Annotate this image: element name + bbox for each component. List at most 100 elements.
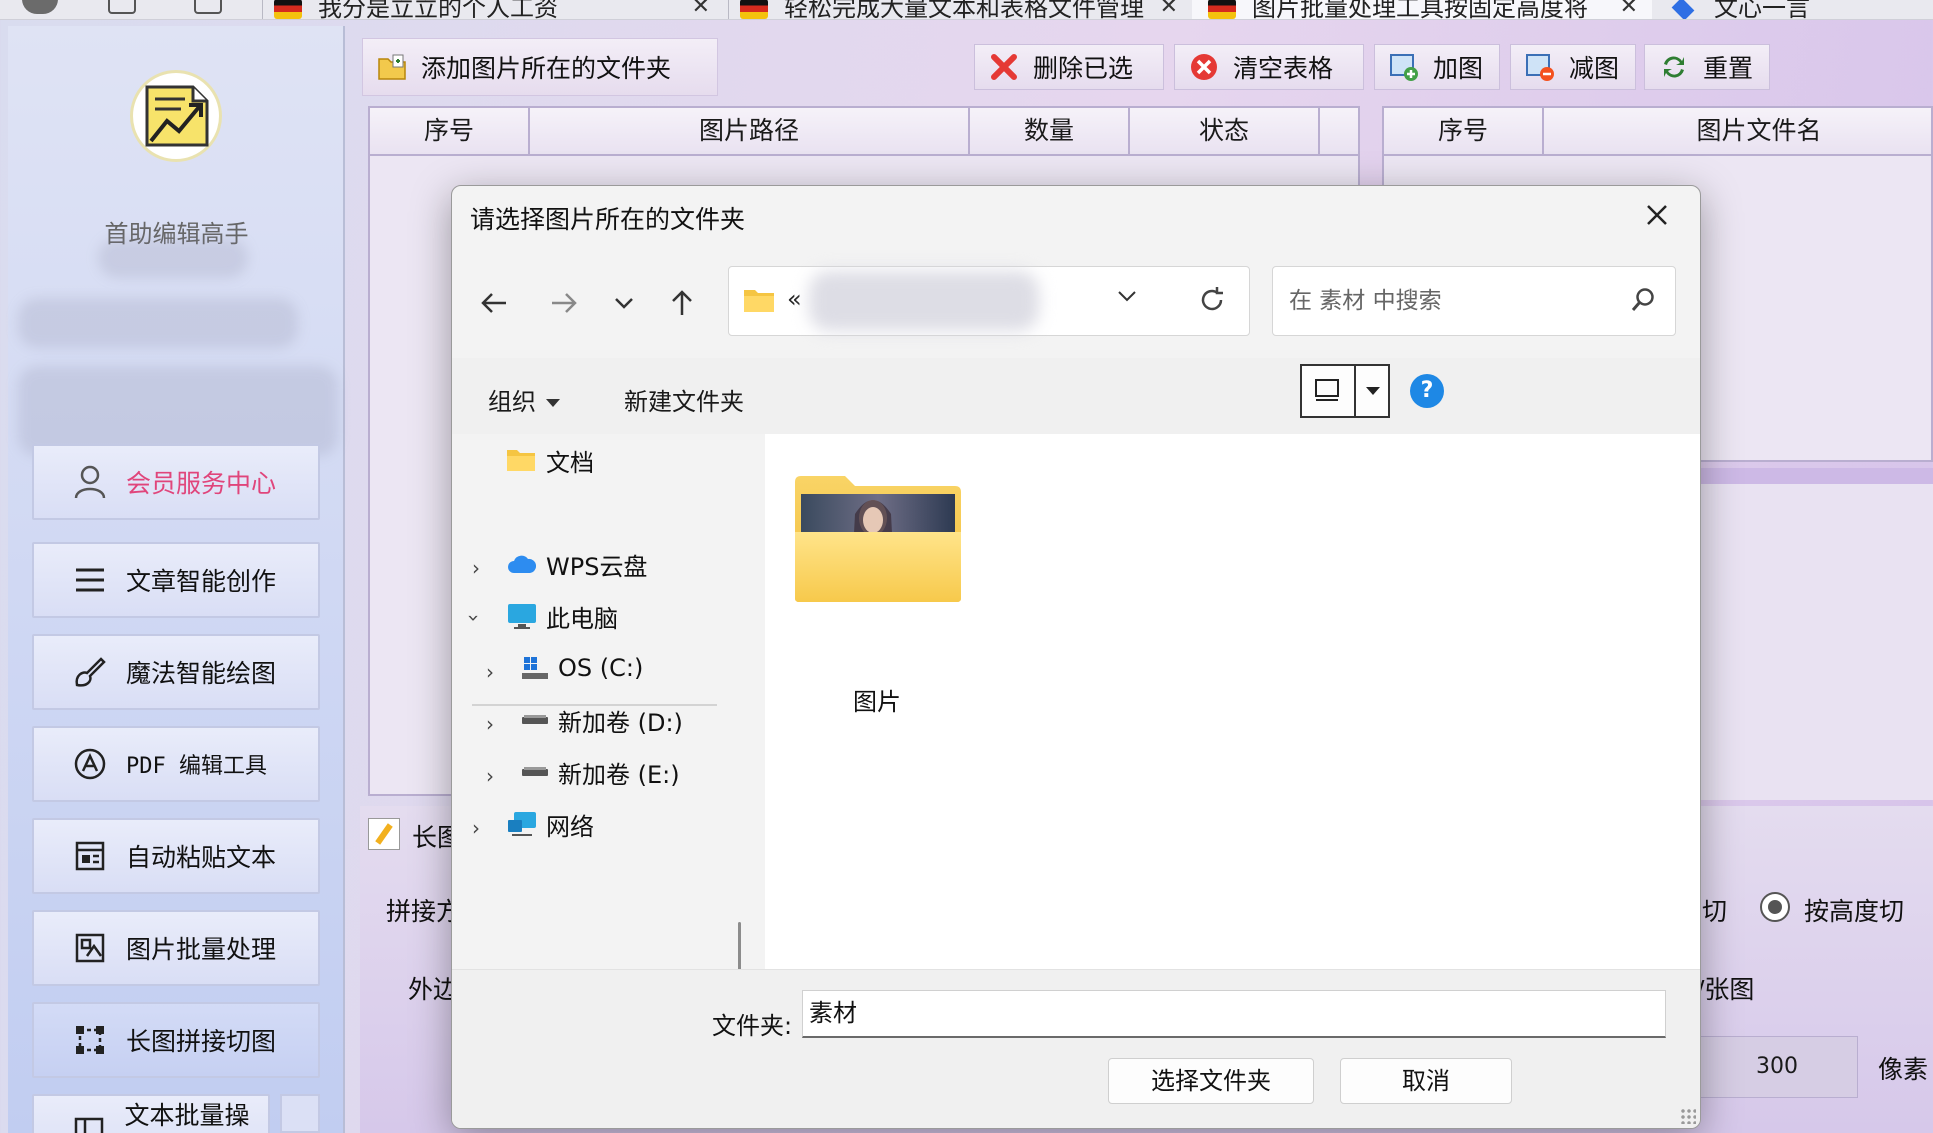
folder-table-header: 序号 图片路径 数量 状态 bbox=[370, 108, 1358, 156]
view-pane-icon bbox=[1315, 379, 1339, 401]
column-header[interactable]: 状态 bbox=[1130, 108, 1320, 156]
address-dropdown-icon[interactable] bbox=[1117, 289, 1137, 303]
by-height-radio[interactable] bbox=[1760, 892, 1790, 922]
browser-tab[interactable]: 我分是立立的个人工资 ✕ bbox=[274, 0, 710, 19]
add-image-button[interactable]: 加图 bbox=[1374, 44, 1500, 90]
browser-tab[interactable]: 文心一言 bbox=[1670, 0, 1933, 19]
chevron-down-icon[interactable]: › bbox=[462, 614, 486, 622]
remove-image-icon bbox=[1525, 52, 1555, 82]
browser-tab[interactable]: 轻松完成大量文本和表格文件管理 ✕ bbox=[740, 0, 1178, 19]
chevron-right-icon[interactable]: › bbox=[486, 660, 494, 684]
tab-actions-icon[interactable] bbox=[194, 0, 222, 14]
network-icon bbox=[508, 812, 536, 836]
close-icon[interactable] bbox=[1640, 198, 1674, 232]
chevron-right-icon[interactable]: › bbox=[486, 764, 494, 788]
help-icon[interactable]: ? bbox=[1410, 374, 1444, 408]
list-icon bbox=[72, 562, 108, 598]
browser-menu-icon[interactable] bbox=[22, 0, 58, 14]
close-tab-icon[interactable]: ✕ bbox=[692, 0, 710, 19]
organize-menu[interactable]: 组织 bbox=[488, 382, 560, 417]
image-folder-icon bbox=[795, 476, 961, 602]
folder-tile[interactable]: 图片 bbox=[757, 474, 997, 716]
sidebar-item-article[interactable]: 文章智能创作 bbox=[32, 542, 320, 618]
refresh-arrows-icon bbox=[1659, 52, 1689, 82]
nav-item-wps-cloud[interactable]: WPS云盘 bbox=[506, 538, 647, 590]
chevron-down-icon[interactable] bbox=[1366, 387, 1380, 395]
folder-field[interactable]: 素材 bbox=[802, 990, 1666, 1038]
nav-item-drive-e[interactable]: 新加卷 (E:) bbox=[520, 746, 680, 798]
height-input[interactable]: 300 bbox=[1696, 1036, 1858, 1098]
forward-arrow-icon[interactable] bbox=[542, 281, 586, 325]
sidebar-item-long-image[interactable]: 长图拼接切图 bbox=[32, 1002, 320, 1078]
brush-icon bbox=[72, 654, 108, 690]
search-input[interactable]: 在 素材 中搜索 bbox=[1272, 266, 1676, 336]
column-header[interactable]: 序号 bbox=[1384, 108, 1544, 156]
sidebar-expand-button[interactable] bbox=[280, 1094, 320, 1133]
chart-note-icon bbox=[145, 85, 209, 147]
folder-name: 图片 bbox=[853, 688, 901, 716]
resize-grip-icon[interactable] bbox=[1680, 1108, 1696, 1124]
clear-table-button[interactable]: 清空表格 bbox=[1174, 44, 1364, 90]
address-bar[interactable]: « bbox=[728, 266, 1250, 336]
per-image-label: /张图 bbox=[1696, 975, 1755, 1004]
site-flag-icon bbox=[740, 0, 768, 19]
crop-icon bbox=[72, 1022, 108, 1058]
sidebar-item-image-batch[interactable]: 图片批量处理 bbox=[32, 910, 320, 986]
sidebar-item-pdf[interactable]: PDF 编辑工具 bbox=[32, 726, 320, 802]
browser-tab-active[interactable]: 图片批量处理工具按固定高度将 ✕ bbox=[1192, 0, 1652, 19]
view-options-button[interactable] bbox=[1300, 364, 1390, 418]
close-tab-icon[interactable]: ✕ bbox=[1620, 0, 1638, 19]
folder-add-icon bbox=[377, 52, 407, 82]
add-image-icon bbox=[1389, 52, 1419, 82]
command-bar: 组织 新建文件夹 bbox=[452, 358, 1700, 434]
add-folder-button[interactable]: 添加图片所在的文件夹 bbox=[362, 38, 718, 96]
folder-icon bbox=[507, 450, 535, 471]
recent-chevron-icon[interactable] bbox=[602, 281, 646, 325]
close-tab-icon[interactable]: ✕ bbox=[1160, 0, 1178, 19]
delete-selected-button[interactable]: 删除已选 bbox=[974, 44, 1164, 90]
windows-drive-icon bbox=[522, 657, 548, 679]
chevron-right-icon[interactable]: › bbox=[472, 816, 480, 840]
clear-circle-icon bbox=[1189, 52, 1219, 82]
sidebar-item-text-batch[interactable]: 文本批量操作 bbox=[32, 1094, 270, 1133]
user-icon bbox=[72, 464, 108, 500]
chevron-right-icon[interactable]: › bbox=[486, 712, 494, 736]
refresh-icon[interactable] bbox=[1197, 285, 1227, 315]
unit-label: 像素 bbox=[1878, 1055, 1929, 1084]
back-arrow-icon[interactable] bbox=[472, 281, 516, 325]
folder-icon bbox=[744, 290, 774, 312]
sidebar-item-drawing[interactable]: 魔法智能绘图 bbox=[32, 634, 320, 710]
column-header[interactable]: 图片路径 bbox=[530, 108, 970, 156]
workspaces-icon[interactable] bbox=[108, 0, 136, 14]
column-header[interactable]: 图片文件名 bbox=[1544, 108, 1933, 156]
cut-option-label: 切 bbox=[1702, 897, 1728, 926]
image-table-header: 序号 图片文件名 bbox=[1384, 108, 1931, 156]
monitor-icon bbox=[508, 604, 536, 629]
folder-field-label: 文件夹: bbox=[712, 1012, 793, 1040]
drive-icon bbox=[522, 767, 548, 776]
column-header[interactable]: 序号 bbox=[370, 108, 530, 156]
cancel-button[interactable]: 取消 bbox=[1340, 1058, 1512, 1104]
text-icon bbox=[72, 1114, 106, 1133]
blurred-path bbox=[809, 271, 1039, 331]
member-center-button[interactable]: 会员服务中心 bbox=[32, 444, 320, 520]
nav-item-documents[interactable]: 文档 bbox=[506, 434, 594, 486]
remove-image-button[interactable]: 减图 bbox=[1510, 44, 1636, 90]
search-icon bbox=[1631, 288, 1654, 311]
new-folder-button[interactable]: 新建文件夹 bbox=[624, 382, 744, 417]
delete-x-icon bbox=[989, 52, 1019, 82]
column-header[interactable]: 数量 bbox=[970, 108, 1130, 156]
image-icon bbox=[72, 930, 108, 966]
up-arrow-icon[interactable] bbox=[660, 281, 704, 325]
select-folder-button[interactable]: 选择文件夹 bbox=[1108, 1058, 1314, 1104]
reset-button[interactable]: 重置 bbox=[1644, 44, 1770, 90]
nav-item-drive-c[interactable]: OS (C:) bbox=[520, 642, 643, 694]
sidebar-item-paste[interactable]: 自动粘贴文本 bbox=[32, 818, 320, 894]
site-flag-icon bbox=[1208, 0, 1236, 19]
nav-item-network[interactable]: 网络 bbox=[506, 798, 594, 850]
edit-note-icon bbox=[368, 818, 400, 850]
nav-item-drive-d[interactable]: 新加卷 (D:) bbox=[520, 694, 683, 746]
chevron-right-icon[interactable]: › bbox=[472, 556, 480, 580]
nav-item-this-pc[interactable]: 此电脑 bbox=[506, 590, 618, 642]
blurred-user-info bbox=[18, 298, 298, 348]
